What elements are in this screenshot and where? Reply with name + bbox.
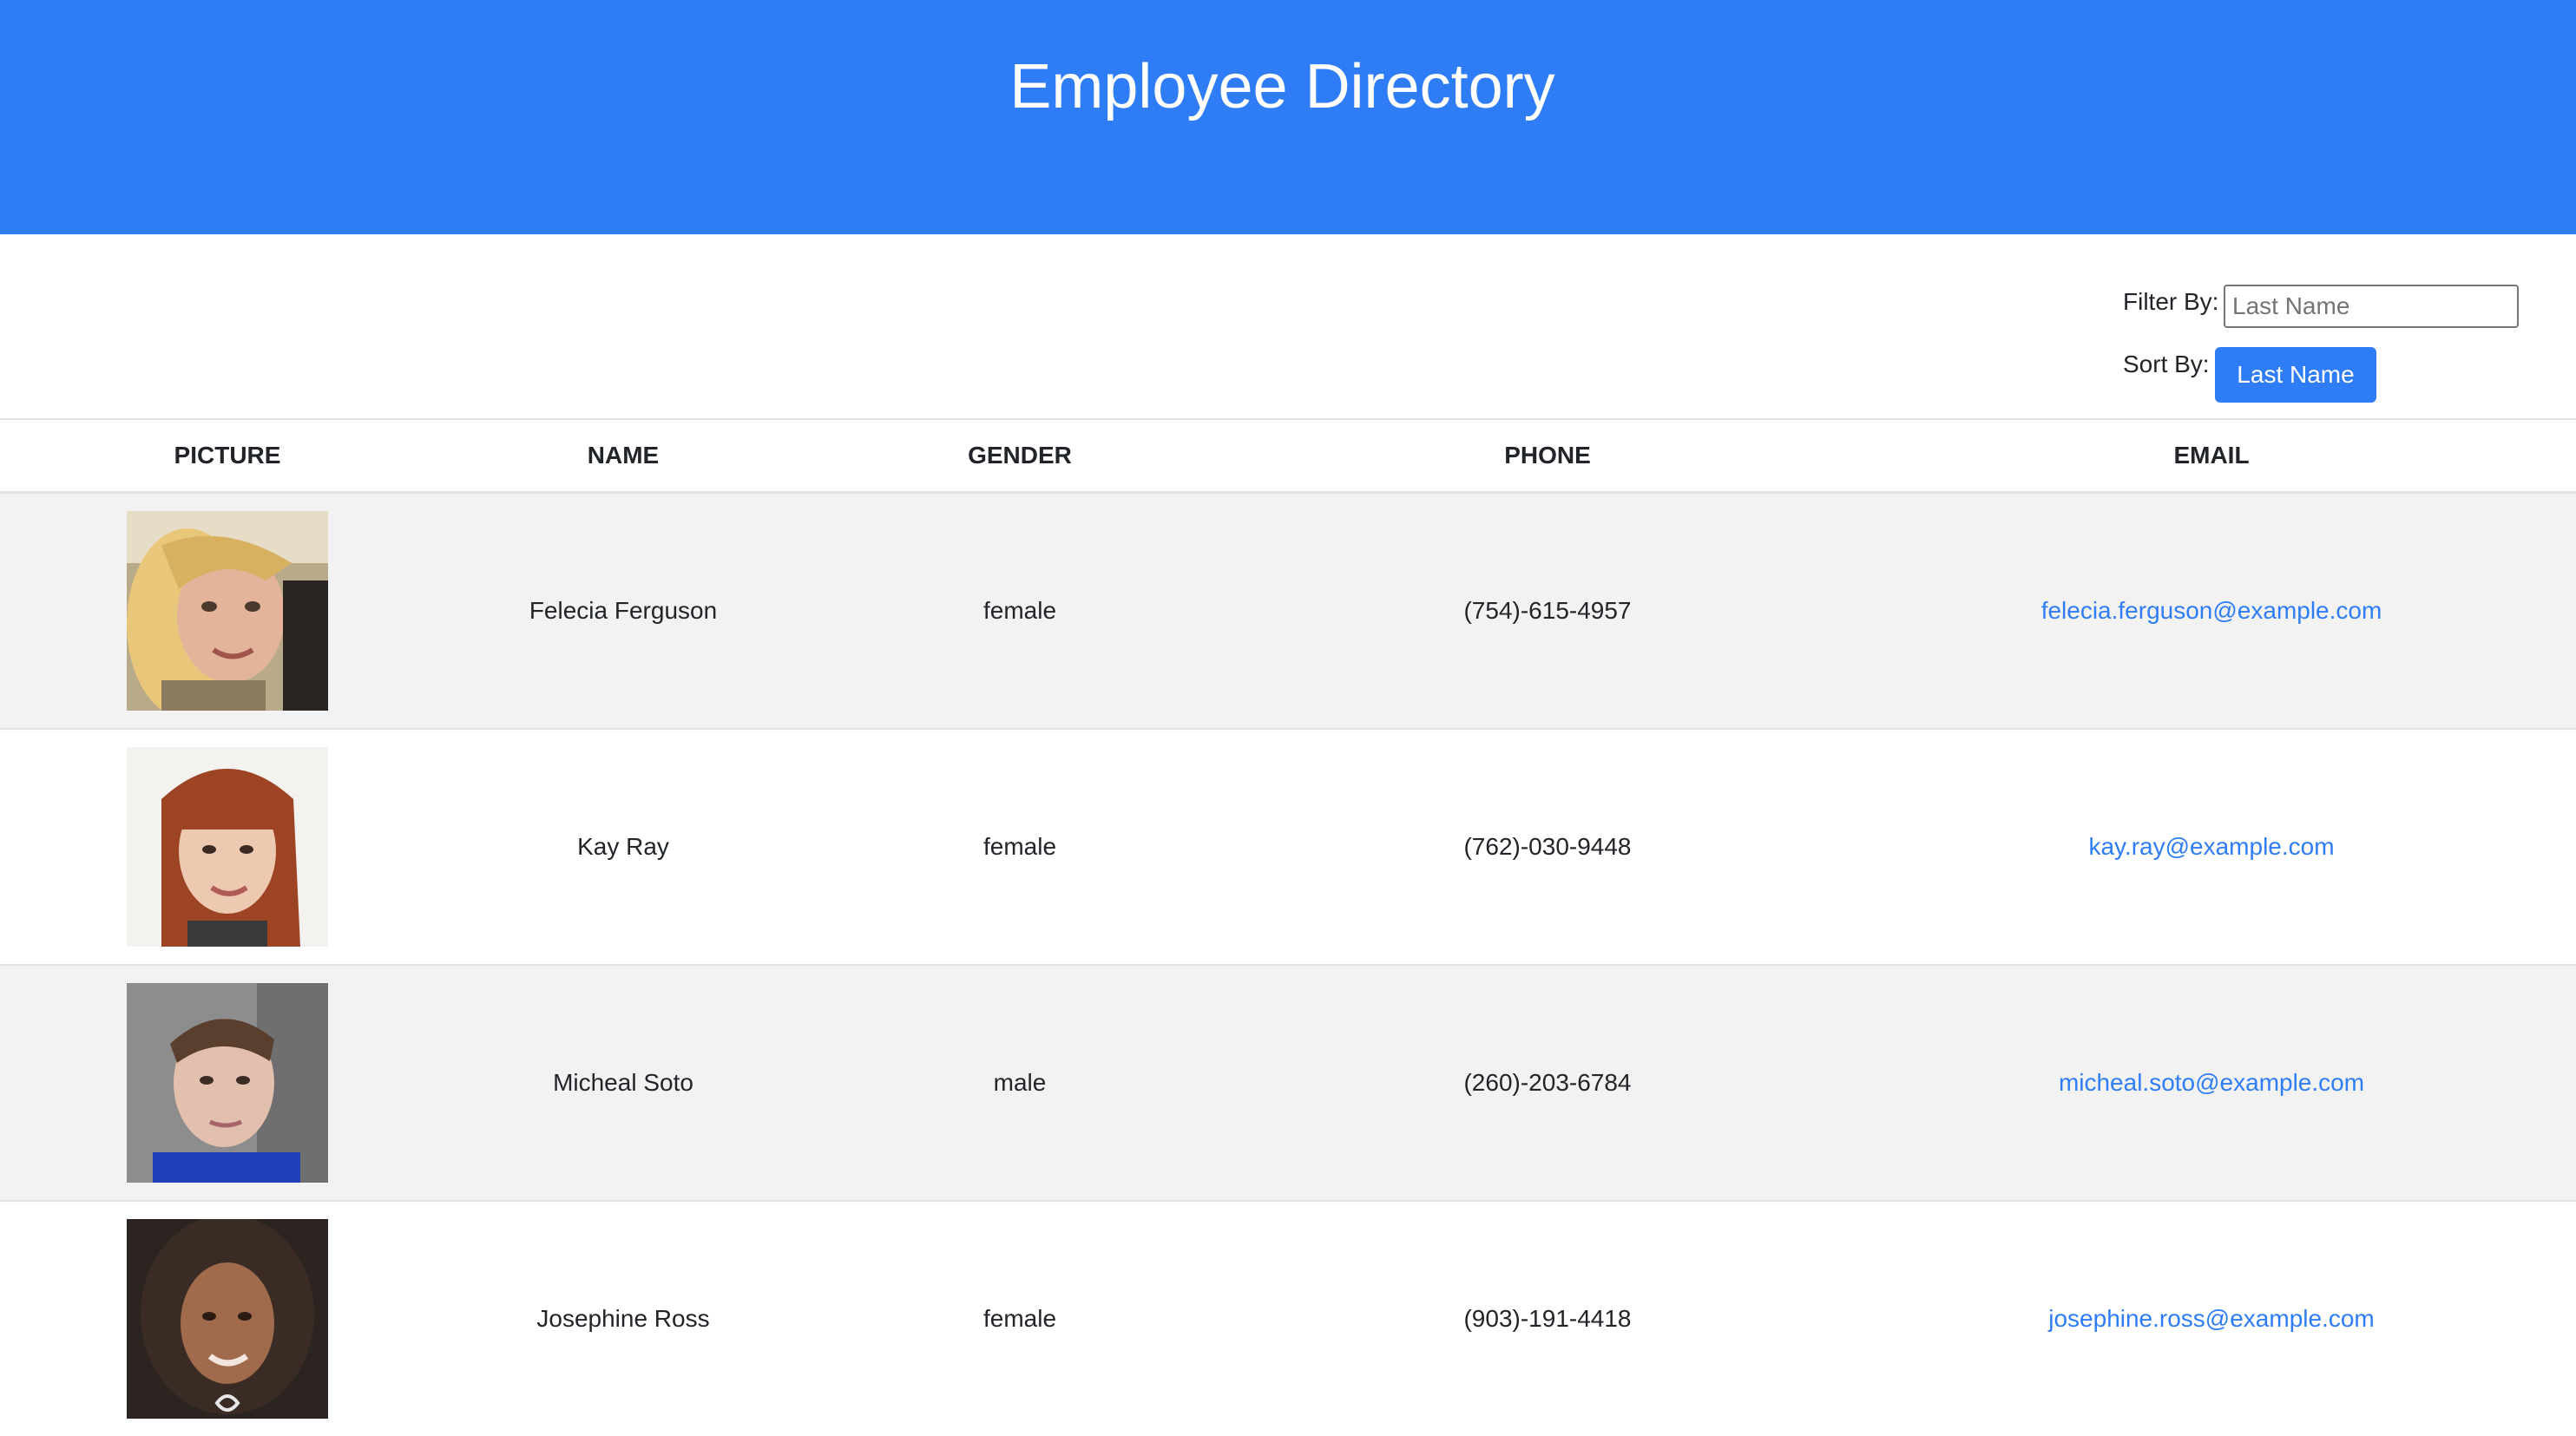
- sort-last-name-button[interactable]: Last Name: [2215, 347, 2376, 403]
- sort-label: Sort By:: [2123, 351, 2210, 377]
- column-header-phone[interactable]: PHONE: [1248, 418, 1847, 494]
- picture-cell: [0, 1200, 455, 1436]
- email-cell: kay.ray@example.com: [1847, 728, 2576, 965]
- employee-gender: female: [792, 1200, 1248, 1436]
- employee-photo: [127, 983, 328, 1183]
- employee-phone: (754)-615-4957: [1248, 491, 1847, 729]
- table-header: PICTURE NAME GENDER PHONE EMAIL: [0, 418, 2576, 494]
- employee-email-link[interactable]: josephine.ross@example.com: [2048, 1305, 2374, 1332]
- employee-phone: (903)-191-4418: [1248, 1200, 1847, 1436]
- table-row: Felecia Ferguson female (754)-615-4957 f…: [0, 491, 2576, 729]
- page-header: Employee Directory: [0, 0, 2576, 234]
- picture-cell: [0, 964, 455, 1201]
- picture-cell: [0, 728, 455, 965]
- employee-phone: (260)-203-6784: [1248, 964, 1847, 1201]
- table-row: Josephine Ross female (903)-191-4418 jos…: [0, 1200, 2576, 1436]
- column-header-picture[interactable]: PICTURE: [0, 418, 455, 494]
- table-row: Micheal Soto male (260)-203-6784 micheal…: [0, 964, 2576, 1201]
- employee-name: Josephine Ross: [455, 1200, 792, 1436]
- employee-gender: female: [792, 728, 1248, 965]
- employee-name: Micheal Soto: [455, 964, 792, 1201]
- column-header-name[interactable]: NAME: [455, 418, 792, 494]
- employee-gender: female: [792, 491, 1248, 729]
- employee-gender: male: [792, 964, 1248, 1201]
- employee-table: PICTURE NAME GENDER PHONE EMAIL Felecia …: [0, 418, 2576, 1436]
- employee-name: Felecia Ferguson: [455, 491, 792, 729]
- employee-photo: [127, 747, 328, 947]
- table-controls: Filter By: Sort By: Last Name: [2123, 283, 2557, 413]
- column-header-gender[interactable]: GENDER: [792, 418, 1248, 494]
- employee-phone: (762)-030-9448: [1248, 728, 1847, 965]
- employee-name: Kay Ray: [455, 728, 792, 965]
- table-row: Kay Ray female (762)-030-9448 kay.ray@ex…: [0, 728, 2576, 965]
- email-cell: micheal.soto@example.com: [1847, 964, 2576, 1201]
- employee-email-link[interactable]: felecia.ferguson@example.com: [2041, 597, 2382, 624]
- email-cell: josephine.ross@example.com: [1847, 1200, 2576, 1436]
- employee-photo: [127, 511, 328, 711]
- picture-cell: [0, 491, 455, 729]
- email-cell: felecia.ferguson@example.com: [1847, 491, 2576, 729]
- employee-email-link[interactable]: kay.ray@example.com: [2088, 833, 2334, 860]
- column-header-email[interactable]: EMAIL: [1847, 418, 2576, 494]
- employee-photo: [127, 1219, 328, 1419]
- filter-label: Filter By:: [2123, 288, 2219, 315]
- filter-input[interactable]: [2224, 285, 2519, 328]
- employee-email-link[interactable]: micheal.soto@example.com: [2059, 1069, 2364, 1096]
- page-title: Employee Directory: [1009, 52, 1555, 121]
